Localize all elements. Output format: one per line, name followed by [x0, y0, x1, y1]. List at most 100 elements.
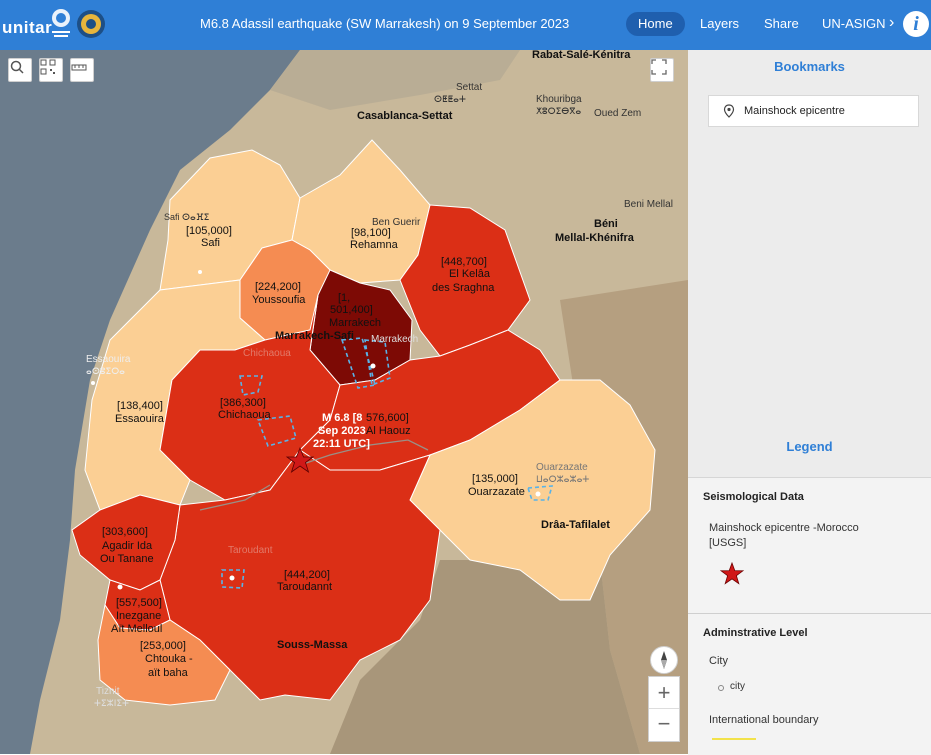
fullscreen-icon: [651, 59, 667, 75]
label-kelaa-pop: [448,700]: [441, 256, 487, 268]
label-essaouira-pop: [138,400]: [117, 400, 163, 412]
label-haouz: Al Haouz: [366, 425, 411, 437]
label-beni-mellal-city: Beni Mellal: [624, 199, 673, 210]
label-ouarzazate: Ouarzazate: [468, 486, 525, 498]
label-chichaoua: Chichaoua: [218, 409, 271, 421]
label-oued-zem: Oued Zem: [594, 108, 641, 119]
label-ouarzazate-city: Ouarzazate: [536, 462, 588, 473]
label-kelaa2: des Sraghna: [432, 282, 495, 294]
label-eq-line1: M 6.8 [8: [322, 412, 362, 424]
label-rehamna-pop: [98,100]: [351, 227, 391, 239]
compass-button[interactable]: [650, 646, 678, 674]
label-eq-line3: 22:11 UTC]: [313, 438, 370, 450]
label-essaouira-tf: ⴰⵙⵓⵉⵔⴰ: [86, 366, 125, 376]
label-youssoufia-pop: [224,200]: [255, 281, 301, 293]
label-inezgane-pop: [557,500]: [116, 597, 162, 609]
label-taroudannt: Taroudannt: [277, 581, 332, 593]
zoom-control: + −: [648, 676, 680, 742]
label-marrakech-pop1: [1,: [338, 292, 350, 304]
legend-panel: Seismological Data Mainshock epicentre -…: [688, 477, 931, 755]
label-chichaoua-pop: [386,300]: [220, 397, 266, 409]
side-panel: Bookmarks Mainshock epicentre Legend Sei…: [688, 50, 931, 755]
star-icon: [720, 562, 744, 585]
city-dot-agadir[interactable]: [117, 584, 123, 590]
nav-layers-button[interactable]: Layers: [688, 12, 751, 36]
legend-seismo-heading: Seismological Data: [703, 491, 804, 503]
brand-name: unitar: [2, 18, 53, 37]
nav-home-button[interactable]: Home: [626, 12, 685, 36]
label-agadir1: Agadir Ida: [102, 540, 153, 552]
label-chtouka-pop: [253,000]: [140, 640, 186, 652]
chevron-right-icon[interactable]: ›: [889, 14, 894, 32]
label-marrakech-pop2: 501,400]: [330, 304, 373, 316]
map-canvas: Rabat-Salé-Kénitra Casablanca-Settat Set…: [0, 50, 688, 754]
emblem-logo-icon: [77, 10, 105, 38]
city-dot-essaouira[interactable]: [91, 381, 95, 385]
unosat-logo-icon: [52, 9, 70, 37]
compass-icon: [661, 651, 667, 669]
label-marrakech-safi: Marrakech-Safi: [275, 330, 354, 342]
label-essaouira: Essaouira: [115, 413, 165, 425]
label-souss: Souss-Massa: [277, 639, 348, 651]
label-eq-line2: Sep 2023: [318, 425, 366, 437]
label-kelaa1: El Kelâa: [449, 268, 491, 280]
label-taroudannt-city: Taroudant: [228, 545, 273, 556]
label-agadir-pop: [303,600]: [102, 526, 148, 538]
label-safi: Safi: [201, 237, 220, 249]
legend-separator: [688, 613, 931, 614]
label-casablanca: Casablanca-Settat: [357, 110, 453, 122]
fullscreen-button[interactable]: [650, 58, 674, 82]
label-khouribga-tf: ⵅⵓⵔⵉⴱⴳⴰ: [536, 106, 581, 116]
label-mellal-region: Mellal-Khénifra: [555, 232, 635, 244]
label-chtouka1: Chtouka -: [145, 653, 193, 665]
city-dot-taroudant[interactable]: [229, 575, 235, 581]
measure-button[interactable]: [70, 58, 94, 82]
info-icon[interactable]: i: [903, 11, 929, 37]
label-essaouira-city: Essaouira: [86, 354, 131, 365]
legend-intl-boundary: International boundary: [709, 714, 819, 726]
legend-city-item: city: [730, 681, 745, 692]
bookmark-label: Mainshock epicentre: [744, 105, 845, 117]
app-header: unitar M6.8 Adassil earthquake (SW Marra…: [0, 0, 931, 50]
label-tiznit: Tiznit: [96, 686, 120, 697]
label-safi-pop: [105,000]: [186, 225, 232, 237]
bookmark-item[interactable]: Mainshock epicentre: [708, 95, 919, 127]
legend-admin-heading: Adminstrative Level: [703, 627, 808, 639]
label-tiznit-tf: ⵜⵉⵣⵏⵉⵜ: [94, 698, 129, 708]
label-rehamna: Rehamna: [350, 239, 399, 251]
page-title: M6.8 Adassil earthquake (SW Marrakesh) o…: [200, 16, 570, 31]
city-dot-safi[interactable]: [198, 270, 202, 274]
legend-seismo-item2: [USGS]: [709, 537, 747, 549]
qr-icon: [40, 59, 56, 75]
search-icon: [10, 60, 24, 74]
qr-button[interactable]: [39, 58, 63, 82]
legend-title: Legend: [786, 439, 833, 454]
label-marrakech-city: Marrakech: [371, 334, 418, 345]
map-view[interactable]: Rabat-Salé-Kénitra Casablanca-Settat Set…: [0, 50, 688, 754]
boundary-line-swatch: [712, 738, 756, 740]
legend-seismo-item1: Mainshock epicentre -Morocco: [709, 522, 859, 534]
label-marrakech: Marrakech: [329, 317, 381, 329]
label-youssoufia: Youssoufia: [252, 294, 306, 306]
city-circle-icon: [718, 685, 724, 691]
label-haouz-pop: 576,600]: [366, 412, 409, 424]
nav-unasign-button[interactable]: UN-ASIGN: [810, 12, 898, 36]
label-ouarzazate-pop: [135,000]: [472, 473, 518, 485]
label-rabat: Rabat-Salé-Kénitra: [532, 50, 631, 61]
legend-city-heading: City: [709, 655, 728, 667]
label-inezgane2: Aït Melloul: [111, 623, 162, 635]
city-dot-ouarzazate[interactable]: [535, 491, 541, 497]
label-beni-region: Béni: [594, 218, 618, 230]
zoom-in-button[interactable]: +: [649, 677, 679, 709]
label-settat: Settat: [456, 82, 482, 93]
label-khouribga: Khouribga: [536, 94, 582, 105]
zoom-out-button[interactable]: −: [649, 709, 679, 740]
search-button[interactable]: [8, 58, 32, 82]
nav-share-button[interactable]: Share: [752, 12, 811, 36]
label-settat-ar: ⵙⵟⵟⴰⵜ: [434, 94, 466, 104]
label-agadir2: Ou Tanane: [100, 553, 154, 565]
brand-logos: unitar: [2, 4, 106, 46]
city-dot-marrakech[interactable]: [370, 363, 376, 369]
location-pin-icon: [723, 104, 735, 118]
label-chichaoua-city: Chichaoua: [243, 348, 291, 359]
